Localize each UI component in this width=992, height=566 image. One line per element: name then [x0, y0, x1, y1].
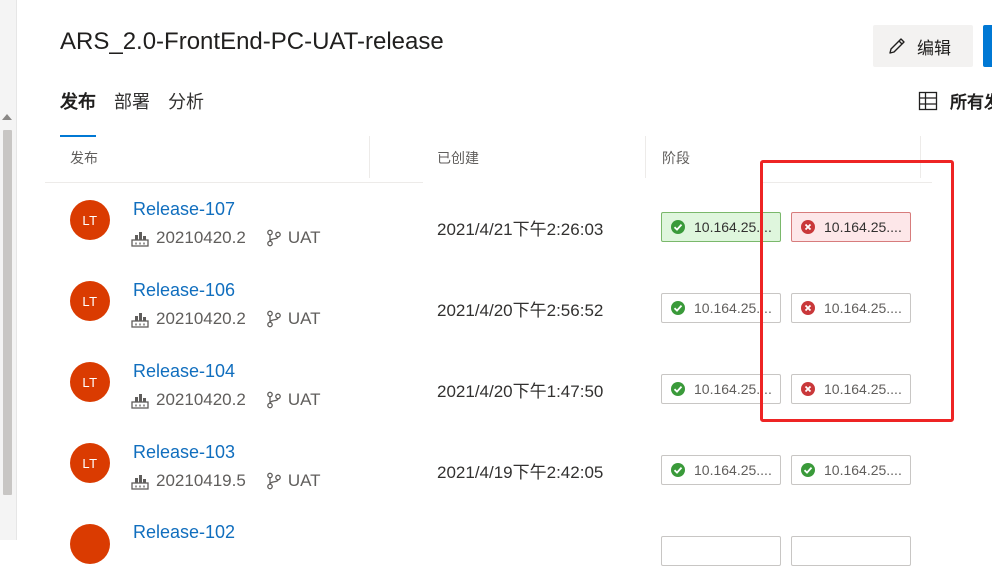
avatar: [70, 524, 110, 564]
branch-name: UAT: [287, 390, 321, 409]
page-title: ARS_2.0-FrontEnd-PC-UAT-release: [60, 28, 444, 55]
check-circle-icon: [671, 301, 685, 315]
avatar: LT: [70, 200, 110, 240]
create-release-button[interactable]: [983, 25, 992, 67]
stage-label: 10.164.25....: [824, 462, 902, 478]
check-circle-icon: [671, 463, 685, 477]
build-pipeline-icon: [131, 232, 149, 247]
release-link[interactable]: Release-107: [133, 199, 235, 220]
build-number: 20210420.2: [156, 228, 246, 247]
branch-name: UAT: [287, 471, 321, 490]
build-pipeline-icon: [131, 394, 149, 409]
column-divider[interactable]: [645, 136, 646, 178]
edit-button[interactable]: 编辑: [873, 25, 973, 67]
branch-icon: [266, 472, 281, 490]
pencil-icon: [889, 38, 905, 54]
column-header-stages[interactable]: 阶段: [662, 148, 690, 168]
created-date: 2021/4/20下午1:47:50: [437, 382, 604, 401]
check-circle-icon: [671, 382, 685, 396]
branch-icon: [266, 391, 281, 409]
created-date: 2021/4/21下午2:26:03: [437, 220, 604, 239]
stage-label: 10.164.25....: [694, 462, 772, 478]
build-number: 20210420.2: [156, 309, 246, 328]
tab-releases[interactable]: 发布: [60, 88, 96, 137]
build-number: 20210420.2: [156, 390, 246, 409]
check-circle-icon: [671, 220, 685, 234]
column-header-release[interactable]: 发布: [70, 148, 98, 168]
tab-deployments[interactable]: 部署: [114, 88, 150, 125]
avatar: LT: [70, 362, 110, 402]
release-meta: 20210420.2 UAT: [130, 228, 321, 248]
branch-icon: [266, 229, 281, 247]
created-date: 2021/4/19下午2:42:05: [437, 463, 604, 482]
column-divider[interactable]: [369, 136, 370, 178]
scrollbar-thumb[interactable]: [3, 130, 12, 495]
check-circle-icon: [801, 463, 815, 477]
table-icon: [918, 91, 938, 110]
build-number: 20210419.5: [156, 471, 246, 490]
avatar: LT: [70, 443, 110, 483]
view-toggle-label: 所有发: [950, 93, 992, 112]
release-link[interactable]: Release-106: [133, 280, 235, 301]
avatar: LT: [70, 281, 110, 321]
branch-name: UAT: [287, 228, 321, 247]
branch-icon: [266, 310, 281, 328]
release-meta: 20210420.2 UAT: [130, 309, 321, 329]
header-underline: [45, 182, 423, 183]
release-link[interactable]: Release-103: [133, 442, 235, 463]
branch-name: UAT: [287, 309, 321, 328]
highlight-annotation-box: [760, 160, 954, 422]
release-meta: 20210419.5 UAT: [130, 471, 321, 491]
stage-chip-success[interactable]: 10.164.25....: [661, 455, 781, 485]
tab-bar: 发布 部署 分析: [60, 88, 204, 137]
build-pipeline-icon: [131, 475, 149, 490]
release-link[interactable]: Release-104: [133, 361, 235, 382]
scroll-up-arrow-icon[interactable]: [2, 114, 12, 120]
created-date: 2021/4/20下午2:56:52: [437, 301, 604, 320]
build-pipeline-icon: [131, 313, 149, 328]
view-toggle[interactable]: 所有发: [918, 88, 992, 113]
stage-chip[interactable]: [791, 536, 911, 566]
edit-button-label: 编辑: [917, 38, 951, 58]
stage-chip[interactable]: [661, 536, 781, 566]
release-meta: 20210420.2 UAT: [130, 390, 321, 410]
stage-chip-success[interactable]: 10.164.25....: [791, 455, 911, 485]
tab-analytics[interactable]: 分析: [168, 88, 204, 125]
column-header-created[interactable]: 已创建: [437, 148, 479, 168]
